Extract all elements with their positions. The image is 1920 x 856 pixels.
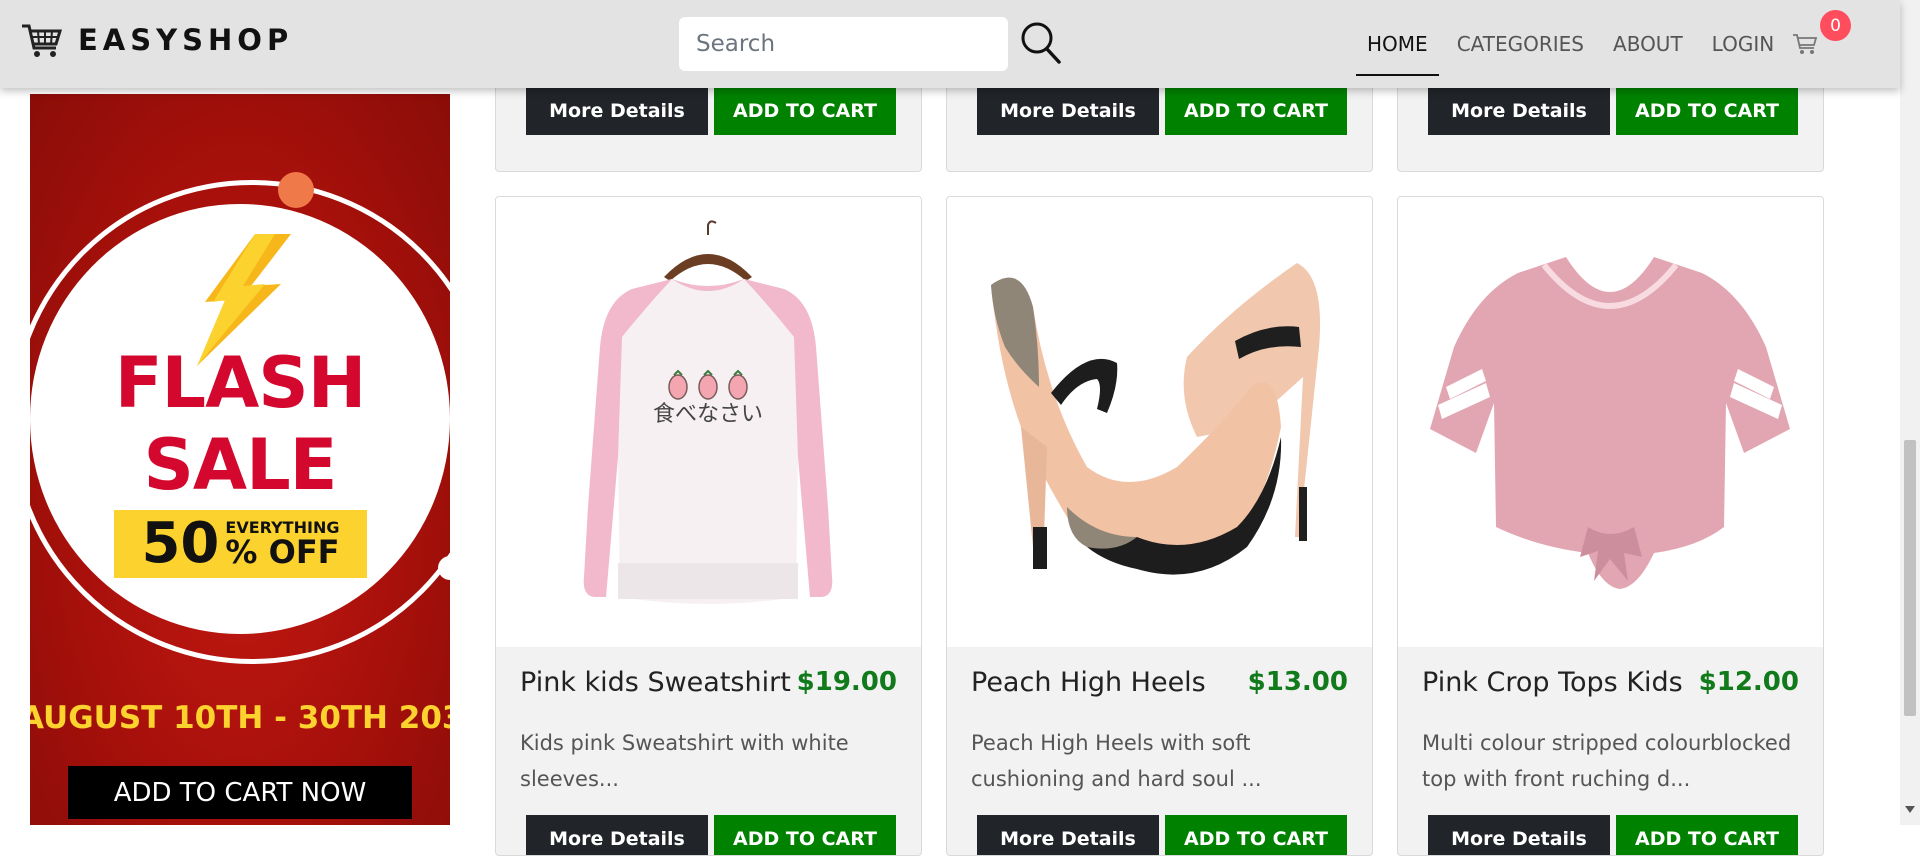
more-details-button[interactable]: More Details — [1428, 87, 1610, 135]
more-details-button[interactable]: More Details — [526, 815, 708, 855]
flash-sale-banner[interactable]: FLASH SALE 50 EVERYTHING % OFF AUGUST 10… — [30, 94, 450, 825]
banner-sale-text: SALE — [143, 424, 337, 506]
banner-flash-text: FLASH — [114, 342, 367, 424]
nav-links: HOME CATEGORIES ABOUT LOGIN — [1356, 0, 1803, 88]
pink-sweatshirt-image: 食べなさい — [583, 220, 833, 604]
discount-number: 50 — [141, 511, 220, 576]
brand[interactable]: EASYSHOP — [20, 20, 293, 60]
product-image[interactable] — [947, 197, 1372, 647]
product-card: Peach High Heels $13.00 Peach High Heels… — [946, 196, 1373, 856]
cart-icon[interactable] — [1792, 32, 1818, 56]
product-title[interactable]: Pink kids Sweatshirt — [520, 667, 791, 698]
add-to-cart-button[interactable]: ADD TO CART — [1165, 87, 1347, 135]
add-to-cart-button[interactable]: ADD TO CART — [714, 87, 896, 135]
product-title[interactable]: Peach High Heels — [971, 667, 1206, 698]
brand-name[interactable]: EASYSHOP — [78, 23, 293, 57]
banner-dot — [278, 172, 314, 208]
more-details-button[interactable]: More Details — [1428, 815, 1610, 855]
product-title[interactable]: Pink Crop Tops Kids — [1422, 667, 1683, 698]
discount-box: 50 EVERYTHING % OFF — [114, 510, 367, 578]
product-description: Kids pink Sweatshirt with white sleeves.… — [520, 731, 849, 791]
more-details-button[interactable]: More Details — [977, 87, 1159, 135]
more-details-button[interactable]: More Details — [977, 815, 1159, 855]
product-price: $13.00 — [1247, 667, 1348, 697]
svg-text:食べなさい: 食べなさい — [653, 402, 763, 427]
scrollbar[interactable] — [1900, 0, 1920, 825]
product-price: $12.00 — [1698, 667, 1799, 697]
peach-high-heels-image — [991, 263, 1321, 575]
search-input[interactable] — [679, 17, 1008, 71]
nav-categories[interactable]: CATEGORIES — [1457, 0, 1584, 88]
more-details-button[interactable]: More Details — [526, 87, 708, 135]
product-card: 食べなさい Pink kids Sweatshirt $19.00 Kids p… — [495, 196, 922, 856]
add-to-cart-button[interactable]: ADD TO CART — [1616, 815, 1798, 855]
product-image[interactable] — [1398, 197, 1823, 647]
sale-dates: AUGUST 10TH - 30TH 2030 — [30, 700, 450, 736]
add-to-cart-button[interactable]: ADD TO CART — [714, 815, 896, 855]
product-description: Peach High Heels with soft cushioning an… — [971, 731, 1262, 791]
product-price: $19.00 — [796, 667, 897, 697]
banner-dot-small — [438, 556, 450, 580]
pink-crop-top-image — [1430, 257, 1790, 589]
discount-off: % OFF — [225, 533, 340, 571]
add-to-cart-button[interactable]: ADD TO CART — [1616, 87, 1798, 135]
search-icon[interactable] — [1019, 20, 1063, 66]
scrollbar-thumb[interactable] — [1904, 440, 1916, 716]
nav-home[interactable]: HOME — [1356, 0, 1439, 88]
product-description: Multi colour stripped colourblocked top … — [1422, 731, 1792, 791]
nav-about[interactable]: ABOUT — [1613, 0, 1683, 88]
scroll-down-arrow-icon[interactable] — [1905, 806, 1915, 813]
nav-login[interactable]: LOGIN — [1712, 0, 1775, 88]
shopping-cart-logo-icon — [22, 24, 62, 57]
product-image[interactable]: 食べなさい — [496, 197, 921, 647]
banner-add-to-cart-button[interactable]: ADD TO CART NOW — [68, 766, 412, 819]
add-to-cart-button[interactable]: ADD TO CART — [1165, 815, 1347, 855]
navbar: EASYSHOP HOME CATEGORIES ABOUT LOGIN 0 — [0, 0, 1900, 88]
product-card: Pink Crop Tops Kids $12.00 Multi colour … — [1397, 196, 1824, 856]
cart-count-badge: 0 — [1820, 10, 1851, 41]
